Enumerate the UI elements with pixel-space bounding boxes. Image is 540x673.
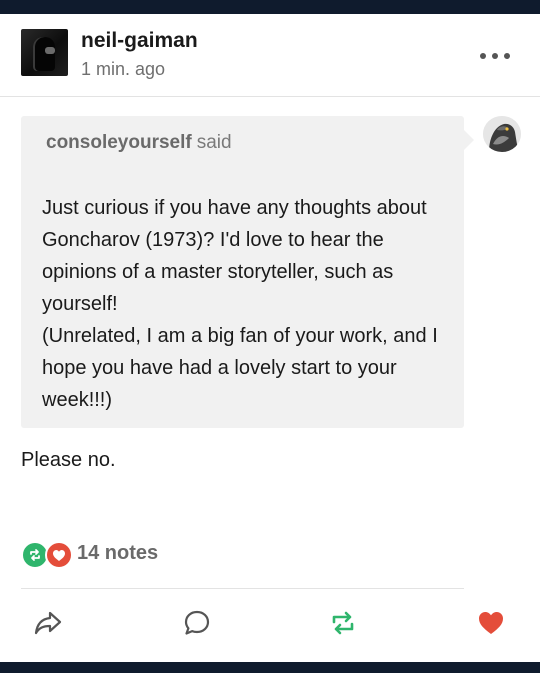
author-avatar[interactable] <box>21 29 68 76</box>
said-label: said <box>196 132 232 153</box>
notes-heart-icon <box>45 541 73 569</box>
ask-attribution: consoleyourself said <box>46 132 232 154</box>
reply-icon[interactable] <box>182 608 212 638</box>
footer-divider <box>21 588 464 589</box>
reblog-icon[interactable] <box>328 608 358 638</box>
author-name[interactable]: neil-gaiman <box>81 29 198 53</box>
top-bar <box>0 0 540 14</box>
asker-name[interactable]: consoleyourself <box>46 132 192 153</box>
post-header: neil-gaiman 1 min. ago <box>0 14 540 97</box>
ask-question: Just curious if you have any thoughts ab… <box>42 197 438 411</box>
more-horizontal-icon[interactable] <box>480 50 510 62</box>
heart-icon[interactable] <box>476 608 506 638</box>
ask-box: consoleyourself said Just curious if you … <box>21 116 474 428</box>
notes-summary[interactable]: 14 notes <box>21 539 158 569</box>
notes-count[interactable]: 14 notes <box>77 542 158 565</box>
bottom-bar <box>0 662 540 673</box>
post-answer: Please no. <box>21 449 116 471</box>
share-icon[interactable] <box>33 608 63 638</box>
asker-avatar[interactable] <box>483 116 521 152</box>
post-timestamp: 1 min. ago <box>81 59 166 79</box>
